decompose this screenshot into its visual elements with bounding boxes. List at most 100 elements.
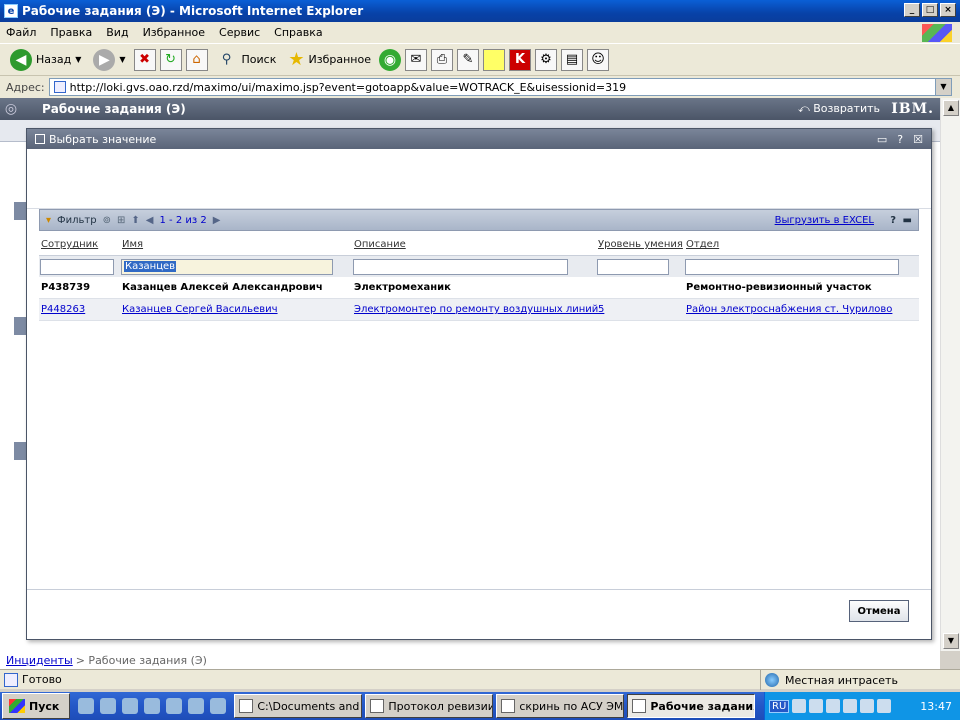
menu-file[interactable]: Файл [6, 26, 36, 39]
windows-logo-icon [922, 24, 952, 42]
dialog-close-icon[interactable]: ☒ [913, 133, 923, 146]
app-title: Рабочие задания (Э) [42, 102, 186, 116]
column-header-department[interactable]: Отдел [686, 239, 719, 250]
previous-page-icon[interactable]: ◀ [146, 215, 154, 226]
scroll-up-button[interactable]: ▲ [943, 100, 959, 116]
edit-icon[interactable]: ✎ [456, 48, 479, 71]
menu-edit[interactable]: Правка [50, 26, 92, 39]
filter-name-input[interactable]: Казанцев [121, 259, 333, 275]
filter-label[interactable]: Фильтр [57, 215, 97, 226]
tool-icon[interactable]: ⚙ [534, 48, 557, 71]
quicklaunch-icon[interactable] [144, 698, 161, 714]
folder-icon [239, 699, 254, 713]
quicklaunch-icon[interactable] [100, 698, 117, 714]
cell-skill-level[interactable]: 5 [598, 304, 604, 315]
taskbar-item-screens[interactable]: скринь по АСУ ЭМ ... [496, 694, 625, 718]
cell-employee[interactable]: P448263 [41, 304, 85, 315]
column-header-name[interactable]: Имя [122, 239, 143, 250]
quicklaunch-icon[interactable] [122, 698, 139, 714]
tray-icon[interactable] [860, 699, 875, 713]
filter-skill-level-input[interactable] [597, 259, 669, 275]
cell-description[interactable]: Электромонтер по ремонту воздушных линий [354, 304, 598, 315]
close-button[interactable]: × [940, 3, 956, 17]
taskbar-item-protocol[interactable]: Протокол ревизии ... [365, 694, 494, 718]
quicklaunch-icon[interactable] [166, 698, 183, 714]
cell-department: Ремонтно-ревизионный участок [686, 282, 872, 293]
table-row[interactable]: P438739 Казанцев Алексей Александрович Э… [39, 277, 919, 299]
task-label: Рабочие задания... [650, 699, 754, 713]
ie-icon: e [4, 4, 18, 18]
breadcrumb-link[interactable]: Инциденты [6, 654, 73, 667]
window-title: Рабочие задания (Э) - Microsoft Internet… [22, 4, 364, 18]
back-button[interactable]: ◀ Назад ▼ [6, 47, 85, 73]
research-icon[interactable]: ▤ [560, 48, 583, 71]
print-icon[interactable]: ⎙ [430, 48, 453, 71]
quicklaunch-icon[interactable] [188, 698, 205, 714]
filter-name-value: Казанцев [124, 261, 177, 272]
column-header-employee[interactable]: Сотрудник [41, 239, 98, 250]
page-scrollbar[interactable]: ▲ ▼ [940, 98, 960, 651]
taskbar-item-workorders[interactable]: Рабочие задания... [627, 694, 756, 718]
maximize-button[interactable]: □ [922, 3, 938, 17]
table-toolbar: ▾ Фильтр ⊚ ⊞ ⬆ ◀ 1 - 2 из 2 ▶ Выгрузить … [39, 209, 919, 231]
stop-icon[interactable]: ✖ [133, 48, 156, 71]
cell-name: Казанцев Алексей Александрович [122, 282, 323, 293]
quicklaunch-icon[interactable] [78, 698, 95, 714]
language-indicator[interactable]: RU [769, 699, 790, 713]
status-text: Готово [22, 673, 62, 686]
ibm-logo: IBM. [891, 101, 934, 117]
table-row[interactable]: P448263 Казанцев Сергей Васильевич Элект… [39, 299, 919, 321]
tray-icon[interactable] [877, 699, 892, 713]
filter-employee-input[interactable] [40, 259, 114, 275]
filter-icon[interactable]: ▾ [46, 215, 51, 226]
next-page-icon[interactable]: ▶ [213, 215, 221, 226]
address-input[interactable]: http://loki.gvs.oao.rzd/maximo/ui/maximo… [48, 78, 952, 96]
dialog-title: Выбрать значение [49, 132, 157, 146]
dialog-help-icon[interactable]: ? [897, 133, 903, 146]
filter-department-input[interactable] [685, 259, 899, 275]
column-header-skill-level[interactable]: Уровень умения [598, 239, 683, 250]
menu-favorites[interactable]: Избранное [143, 26, 205, 39]
search-button[interactable]: ⚲ Поиск [212, 47, 281, 73]
cell-name[interactable]: Казанцев Сергей Васильевич [122, 304, 278, 315]
binoculars-icon[interactable]: ⊚ [103, 215, 111, 226]
tray-icon[interactable] [792, 699, 807, 713]
first-page-icon[interactable]: ⬆ [131, 215, 139, 226]
tray-icon[interactable] [826, 699, 841, 713]
forward-button[interactable]: ▶ ▼ [89, 47, 129, 73]
tray-icon[interactable] [843, 699, 858, 713]
column-header-description[interactable]: Описание [354, 239, 406, 250]
cancel-button[interactable]: Отмена [849, 600, 909, 622]
mail-icon[interactable]: ✉ [404, 48, 427, 71]
menu-help[interactable]: Справка [274, 26, 322, 39]
messenger-icon[interactable]: ☺ [586, 48, 609, 71]
minimize-button[interactable]: _ [904, 3, 920, 17]
export-excel-link[interactable]: Выгрузить в EXCEL [775, 215, 874, 226]
table-collapse-icon[interactable]: ▬ [903, 215, 912, 226]
kaspersky-icon[interactable]: K [508, 48, 531, 71]
start-button[interactable]: Пуск [2, 693, 71, 719]
tray-icon[interactable] [809, 699, 824, 713]
page-icon [53, 81, 66, 93]
filter-description-input[interactable] [353, 259, 568, 275]
refresh-icon[interactable]: ↻ [159, 48, 182, 71]
windows-logo-icon [9, 699, 25, 713]
dialog-maximize-icon[interactable]: ▭ [877, 133, 887, 146]
favorites-label: Избранное [308, 53, 371, 66]
address-dropdown[interactable]: ▼ [935, 79, 951, 95]
menu-view[interactable]: Вид [106, 26, 128, 39]
cell-department[interactable]: Район электроснабжения ст. Чурилово [686, 304, 892, 315]
taskbar-item-explorer[interactable]: C:\Documents and S... [234, 694, 363, 718]
media-icon[interactable]: ◉ [378, 48, 401, 71]
address-bar: Адрес: http://loki.gvs.oao.rzd/maximo/ui… [0, 76, 960, 98]
home-icon[interactable]: ⌂ [185, 48, 208, 71]
favorites-button[interactable]: ★ Избранное [284, 47, 375, 73]
table-help-icon[interactable]: ? [890, 215, 896, 226]
scroll-down-button[interactable]: ▼ [943, 633, 959, 649]
back-link[interactable]: ⤺ Возвратить [798, 102, 880, 116]
menu-tools[interactable]: Сервис [219, 26, 260, 39]
quicklaunch-icon[interactable] [210, 698, 227, 714]
clear-filter-icon[interactable]: ⊞ [117, 215, 125, 226]
note-icon[interactable] [482, 48, 505, 71]
record-range: 1 - 2 из 2 [159, 214, 207, 226]
